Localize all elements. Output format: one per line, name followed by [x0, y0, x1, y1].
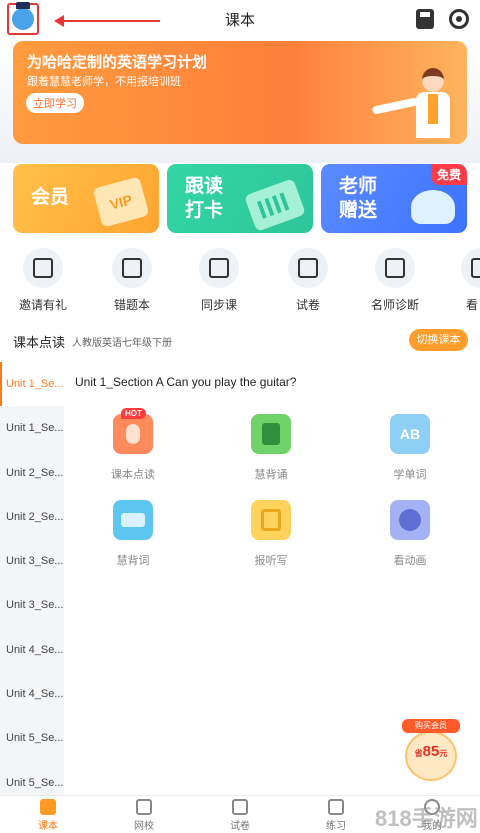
film-reel-icon [390, 500, 430, 540]
unit-item[interactable]: Unit 2_Se... [0, 495, 64, 539]
textbook-header: 课本点读 人教版英语七年级下册 切换课本 [0, 326, 480, 354]
feature-word-recite[interactable]: 慧背词 [93, 500, 173, 568]
nav-invite[interactable]: 邀请有礼 [8, 248, 78, 313]
diagnosis-icon [385, 258, 405, 278]
banner-title: 为哈哈定制的英语学习计划 [27, 54, 208, 71]
top-bar: 课本 [0, 0, 480, 38]
unit-item[interactable]: Unit 1_Se... [0, 362, 64, 407]
feature-recite[interactable]: 慧背诵 [231, 414, 311, 482]
promo-tag: 购买会员 [402, 719, 460, 733]
quick-nav: 邀请有礼 错题本 同步课 试卷 名师诊断 看 [0, 248, 480, 318]
exam-paper-icon [298, 258, 318, 278]
banner-subtitle: 跟着慧慧老师学，不用报培训班 [27, 76, 181, 88]
tab-textbook[interactable]: 课本 [18, 799, 78, 832]
watch-icon [471, 258, 480, 278]
vip-card[interactable]: 会员 VIP [13, 164, 159, 233]
watermark: 818手游网 [375, 806, 478, 831]
vip-badge-icon: VIP [92, 176, 150, 228]
teacher-gift-card[interactable]: 老师 赠送 免费 [321, 164, 467, 233]
unit-item[interactable]: Unit 3_Se... [0, 539, 64, 583]
unit-item[interactable]: Unit 5_Se... [0, 716, 64, 760]
teacher-illustration [371, 68, 452, 146]
unit-sidebar: Unit 1_Se... Unit 1_Se... Unit 2_Se... U… [0, 362, 64, 795]
download-icon[interactable] [416, 9, 434, 29]
book-icon [251, 414, 291, 454]
free-badge: 免费 [430, 164, 467, 185]
nav-sync-class[interactable]: 同步课 [184, 248, 254, 313]
pencil-icon [328, 799, 344, 815]
promo-price: 省85元 [414, 743, 448, 760]
nav-exam[interactable]: 试卷 [273, 248, 343, 313]
hot-badge: HOT [121, 408, 146, 419]
read-checkin-card[interactable]: 跟读 打卡 [167, 164, 313, 233]
video-play-icon [136, 799, 152, 815]
nav-watch[interactable]: 看 [443, 248, 480, 313]
feature-text-read[interactable]: HOT 课本点读 [93, 408, 173, 482]
textbook-section-title: 课本点读 [13, 335, 66, 350]
ab-letters-icon: AB [390, 414, 430, 454]
video-play-icon [209, 258, 229, 278]
exam-paper-icon [232, 799, 248, 815]
vip-promo-sticker[interactable]: 省85元 购买会员 [402, 719, 460, 783]
textbook-icon [40, 799, 56, 815]
unit-item[interactable]: Unit 1_Se... [0, 406, 64, 450]
unit-item[interactable]: Unit 3_Se... [0, 583, 64, 627]
read-card-label: 跟读 打卡 [185, 176, 224, 221]
switch-textbook-button[interactable]: 切换课本 [409, 329, 468, 351]
textbook-name: 人教版英语七年级下册 [72, 338, 172, 349]
tab-exam[interactable]: 试卷 [210, 799, 270, 832]
tab-practice[interactable]: 练习 [306, 799, 366, 832]
feature-dictation[interactable]: 报听写 [231, 500, 311, 568]
unit-item[interactable]: Unit 4_Se... [0, 628, 64, 672]
notebook-icon [122, 258, 142, 278]
headset-icon[interactable] [449, 9, 469, 29]
unit-item[interactable]: Unit 2_Se... [0, 451, 64, 495]
nav-diagnosis[interactable]: 名师诊断 [360, 248, 430, 313]
calendar-icon [244, 178, 306, 232]
study-plan-banner[interactable]: 为哈哈定制的英语学习计划 跟着慧慧老师学，不用报培训班 立即学习 [13, 41, 467, 144]
start-learning-button[interactable]: 立即学习 [26, 93, 84, 113]
dictation-icon [251, 500, 291, 540]
word-cards-icon [113, 500, 153, 540]
unit-item[interactable]: Unit 5_Se... [0, 761, 64, 795]
tab-online-school[interactable]: 网校 [114, 799, 174, 832]
nav-wrong-book[interactable]: 错题本 [97, 248, 167, 313]
vip-card-label: 会员 [31, 187, 70, 208]
feature-animation[interactable]: 看动画 [370, 500, 450, 568]
lesson-title: Unit 1_Section A Can you play the guitar… [75, 375, 297, 389]
gift-icon [33, 258, 53, 278]
promo-coin-icon: 省85元 [405, 731, 457, 781]
gift-cloud-icon [411, 190, 455, 224]
teacher-card-label: 老师 赠送 [339, 176, 378, 221]
feature-learn-words[interactable]: AB 学单词 [370, 414, 450, 482]
read-finger-icon [113, 414, 153, 454]
page-title: 课本 [224, 12, 255, 29]
unit-item[interactable]: Unit 4_Se... [0, 672, 64, 716]
